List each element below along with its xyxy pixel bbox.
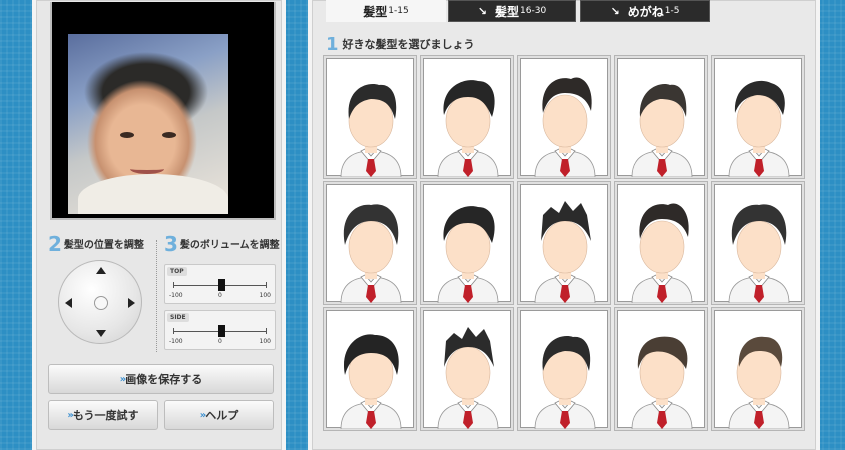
hairstyle-option[interactable] xyxy=(617,310,705,429)
slider-mid-label: 0 xyxy=(218,292,222,299)
position-dpad[interactable] xyxy=(58,260,142,344)
hairstyle-option[interactable] xyxy=(714,184,802,303)
tab-hairstyle-1-15[interactable]: 髪型 1-15 xyxy=(326,0,446,22)
hairstyle-illustration xyxy=(534,77,596,177)
tab-bar: 髪型 1-15 ↘ 髪型 16-30 ↘ めがね 1-5 xyxy=(326,0,816,22)
volume-section-title: 3 髪のボリュームを調整 xyxy=(164,232,280,256)
hairstyle-illustration xyxy=(728,336,790,429)
hairstyle-illustration xyxy=(631,84,693,177)
hairstyle-illustration xyxy=(534,336,596,429)
hairstyle-option[interactable] xyxy=(617,58,705,177)
tab-glasses-1-5[interactable]: ↘ めがね 1-5 xyxy=(580,0,710,22)
position-section-title: 2 髪型の位置を調整 xyxy=(48,232,144,256)
divider xyxy=(156,240,157,352)
hairstyle-illustration xyxy=(340,204,402,303)
slider-max-label: 100 xyxy=(259,292,271,299)
retry-button[interactable]: » もう一度試す xyxy=(48,400,158,430)
save-image-button[interactable]: » 画像を保存する xyxy=(48,364,274,394)
hairstyle-option[interactable] xyxy=(326,184,414,303)
hairstyle-section-title: 1 好きな髪型を選びましょう xyxy=(326,34,475,55)
left-panel: 2 髪型の位置を調整 3 髪のボリュームを調整 TOP -100 0 100 SID… xyxy=(32,0,286,450)
hairstyle-option[interactable] xyxy=(423,310,511,429)
slider-mid-label: 0 xyxy=(218,338,222,345)
slider-thumb[interactable] xyxy=(217,325,225,337)
hairstyle-illustration xyxy=(437,80,499,177)
slider-min-label: -100 xyxy=(169,292,183,299)
arrow-right-icon[interactable] xyxy=(128,298,135,308)
user-photo xyxy=(68,34,228,214)
arrow-down-right-icon: ↘ xyxy=(477,4,488,18)
slider-thumb[interactable] xyxy=(217,279,225,291)
slider-min-label: -100 xyxy=(169,338,183,345)
chevron-right-icon: » xyxy=(199,409,207,421)
chevron-right-icon: » xyxy=(119,373,127,385)
hairstyle-illustration xyxy=(631,203,693,303)
hairstyle-illustration xyxy=(340,84,402,177)
right-panel: 髪型 1-15 ↘ 髪型 16-30 ↘ めがね 1-5 1 好きな髪型を選びましょう xyxy=(308,0,820,450)
hairstyle-option[interactable] xyxy=(423,58,511,177)
hairstyle-option[interactable] xyxy=(714,310,802,429)
hairstyle-option[interactable] xyxy=(520,58,608,177)
hairstyle-option[interactable] xyxy=(520,184,608,303)
chevron-right-icon: » xyxy=(67,409,74,421)
arrow-down-right-icon: ↘ xyxy=(610,4,620,18)
arrow-left-icon[interactable] xyxy=(65,298,72,308)
photo-preview xyxy=(50,2,276,220)
side-volume-slider[interactable]: SIDE -100 0 100 xyxy=(164,310,276,350)
dpad-center-button[interactable] xyxy=(94,296,108,310)
hairstyle-illustration xyxy=(437,327,499,429)
arrow-down-icon[interactable] xyxy=(96,330,106,337)
hairstyle-illustration xyxy=(631,336,693,429)
hairstyle-option[interactable] xyxy=(326,310,414,429)
hairstyle-option[interactable] xyxy=(326,58,414,177)
slider-max-label: 100 xyxy=(259,338,271,345)
hairstyle-illustration xyxy=(728,204,790,303)
hairstyle-illustration xyxy=(437,206,499,303)
hairstyle-option[interactable] xyxy=(423,184,511,303)
hairstyle-option[interactable] xyxy=(617,184,705,303)
tab-hairstyle-16-30[interactable]: ↘ 髪型 16-30 xyxy=(448,0,576,22)
top-volume-slider[interactable]: TOP -100 0 100 xyxy=(164,264,276,304)
hairstyle-grid xyxy=(326,58,804,438)
hairstyle-illustration xyxy=(728,80,790,177)
hairstyle-illustration xyxy=(340,334,402,429)
arrow-up-icon[interactable] xyxy=(96,267,106,274)
help-button[interactable]: » ヘルプ xyxy=(164,400,274,430)
hairstyle-option[interactable] xyxy=(714,58,802,177)
hairstyle-option[interactable] xyxy=(520,310,608,429)
hairstyle-illustration xyxy=(534,201,596,303)
